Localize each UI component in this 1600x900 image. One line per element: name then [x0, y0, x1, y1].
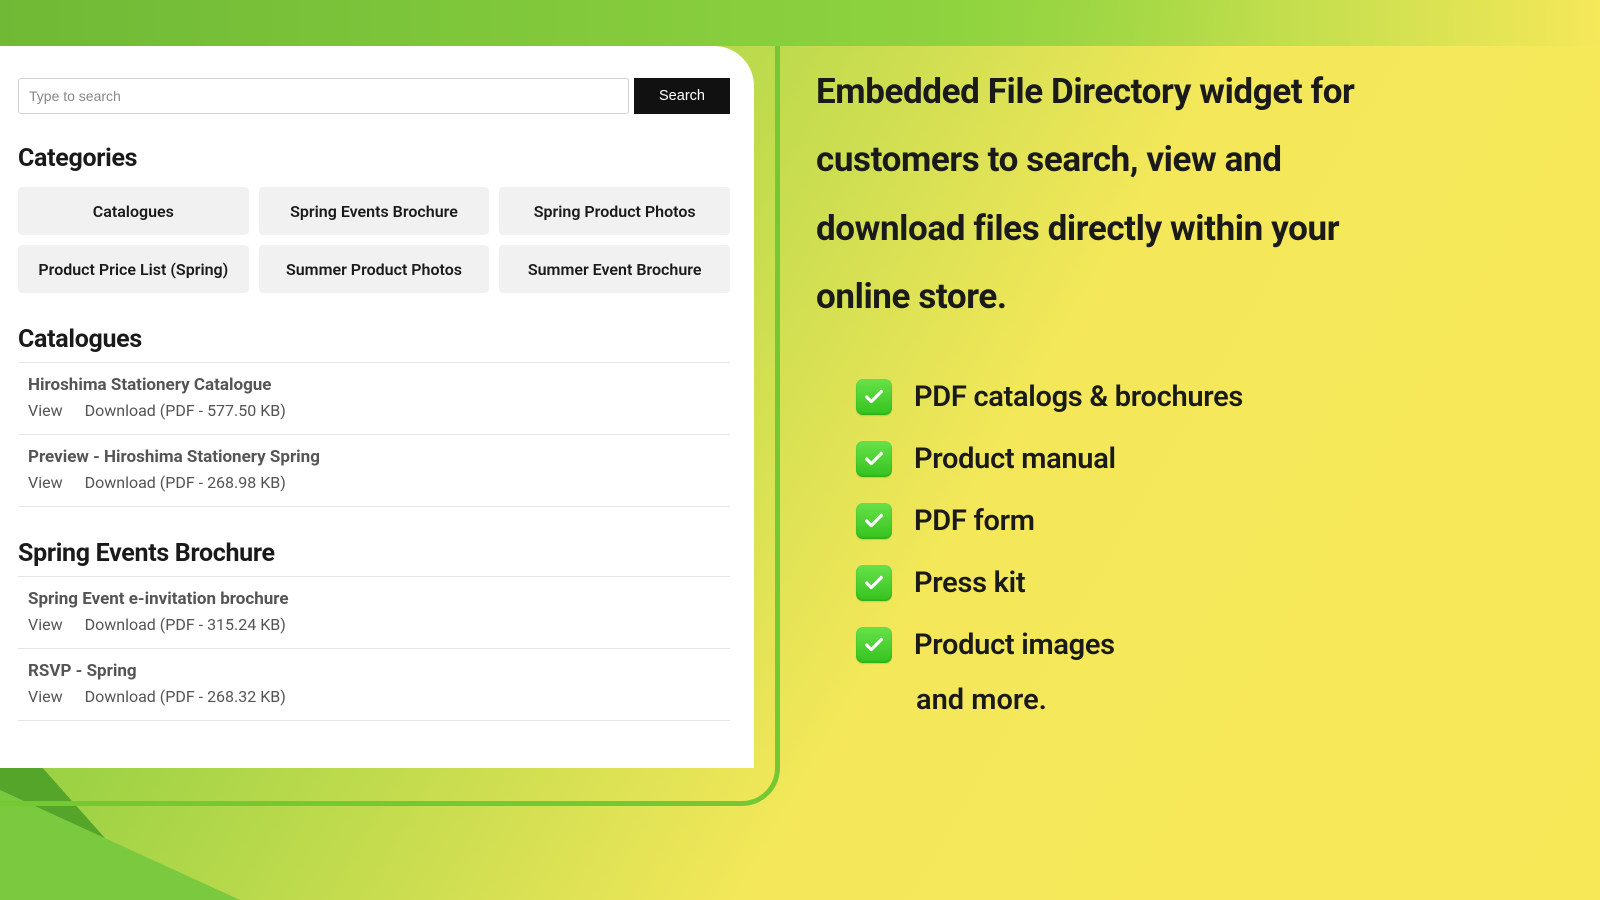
search-input[interactable] [18, 78, 629, 114]
category-chip[interactable]: Summer Product Photos [259, 245, 490, 293]
file-directory-card: Search Categories Catalogues Spring Even… [0, 46, 754, 768]
bullet-row: PDF catalogs & brochures [856, 379, 1416, 415]
bullet-row: Press kit [856, 565, 1416, 601]
category-chip[interactable]: Product Price List (Spring) [18, 245, 249, 293]
group-title: Spring Events Brochure [18, 539, 730, 568]
bullet-text: Product images [914, 628, 1115, 662]
group-list: Hiroshima Stationery Catalogue View Down… [18, 362, 730, 507]
bullet-text: PDF catalogs & brochures [914, 380, 1243, 414]
category-chip[interactable]: Spring Product Photos [499, 187, 730, 235]
category-chip-grid: Catalogues Spring Events Brochure Spring… [18, 187, 730, 293]
category-chip[interactable]: Catalogues [18, 187, 249, 235]
file-item: RSVP - Spring View Download (PDF - 268.3… [18, 649, 730, 721]
file-actions: View Download (PDF - 268.98 KB) [28, 473, 730, 492]
checkmark-icon [856, 379, 892, 415]
file-actions: View Download (PDF - 577.50 KB) [28, 401, 730, 420]
file-item: Hiroshima Stationery Catalogue View Down… [18, 362, 730, 435]
view-link[interactable]: View [28, 615, 63, 634]
bullet-row: PDF form [856, 503, 1416, 539]
bullet-text: Product manual [914, 442, 1116, 476]
file-name: Hiroshima Stationery Catalogue [28, 375, 730, 395]
category-chip[interactable]: Spring Events Brochure [259, 187, 490, 235]
category-chip[interactable]: Summer Event Brochure [499, 245, 730, 293]
view-link[interactable]: View [28, 687, 63, 706]
file-name: Preview - Hiroshima Stationery Spring [28, 447, 730, 467]
bullet-text: Press kit [914, 566, 1025, 600]
file-name: RSVP - Spring [28, 661, 730, 681]
download-link[interactable]: Download (PDF - 268.32 KB) [85, 687, 286, 706]
view-link[interactable]: View [28, 401, 63, 420]
group-title: Catalogues [18, 325, 730, 354]
categories-heading: Categories [18, 144, 730, 173]
download-link[interactable]: Download (PDF - 268.98 KB) [85, 473, 286, 492]
checkmark-icon [856, 627, 892, 663]
download-link[interactable]: Download (PDF - 577.50 KB) [85, 401, 286, 420]
file-name: Spring Event e-invitation brochure [28, 589, 730, 609]
marketing-headline: Embedded File Directory widget for custo… [816, 58, 1416, 331]
view-link[interactable]: View [28, 473, 63, 492]
checkmark-icon [856, 565, 892, 601]
top-green-bar [0, 0, 1600, 46]
marketing-bullets: PDF catalogs & brochures Product manual … [816, 379, 1416, 717]
checkmark-icon [856, 503, 892, 539]
search-button[interactable]: Search [634, 78, 730, 114]
download-link[interactable]: Download (PDF - 315.24 KB) [85, 615, 286, 634]
marketing-panel: Embedded File Directory widget for custo… [816, 58, 1416, 717]
bullet-text: PDF form [914, 504, 1035, 538]
group-list: Spring Event e-invitation brochure View … [18, 576, 730, 721]
file-item: Spring Event e-invitation brochure View … [18, 576, 730, 649]
checkmark-icon [856, 441, 892, 477]
bullet-more: and more. [916, 683, 1416, 717]
bullet-row: Product images [856, 627, 1416, 663]
file-actions: View Download (PDF - 268.32 KB) [28, 687, 730, 706]
file-group: Catalogues Hiroshima Stationery Catalogu… [18, 325, 730, 507]
file-actions: View Download (PDF - 315.24 KB) [28, 615, 730, 634]
search-row: Search [18, 78, 730, 114]
file-group: Spring Events Brochure Spring Event e-in… [18, 539, 730, 721]
bullet-row: Product manual [856, 441, 1416, 477]
file-item: Preview - Hiroshima Stationery Spring Vi… [18, 435, 730, 507]
